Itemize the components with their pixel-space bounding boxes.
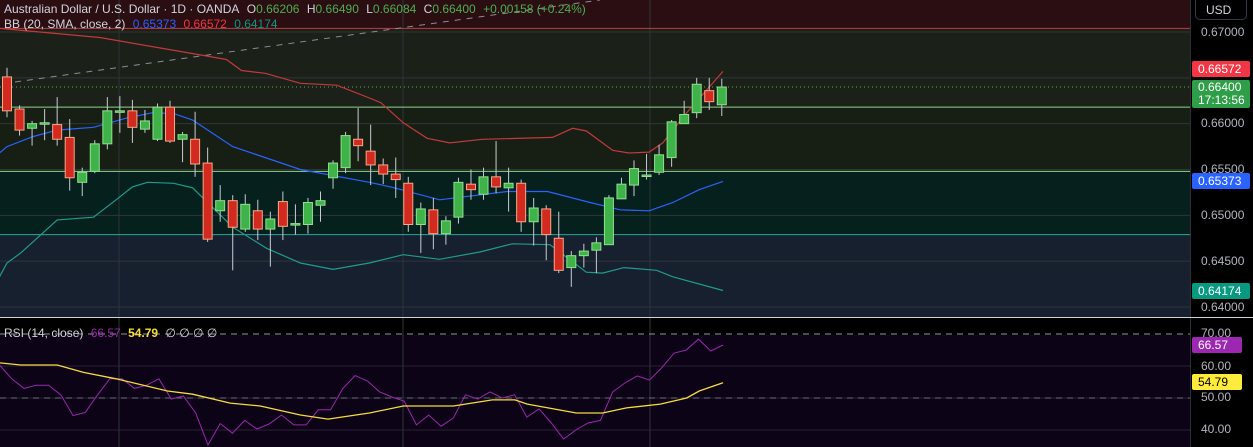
candle-up — [691, 83, 702, 114]
candle-up — [177, 134, 188, 140]
candle-down — [252, 210, 263, 230]
rsi-extra-values: ∅ ∅ ∅ ∅ — [165, 326, 218, 340]
rsi-ma-badge: 54.79 — [1192, 374, 1242, 390]
zone-background — [0, 171, 1190, 235]
candle-down — [2, 76, 12, 112]
candle-up — [102, 110, 113, 145]
candle-up — [240, 203, 251, 230]
candle-up — [591, 242, 602, 251]
candle-down — [403, 182, 414, 225]
bb-legend[interactable]: BB (20, SMA, close, 2) 0.65373 0.66572 0… — [4, 17, 282, 31]
candle-down — [378, 164, 389, 175]
candle-down — [704, 90, 715, 103]
price-tick: 0.64500 — [1201, 254, 1245, 268]
candle-down — [202, 162, 213, 240]
candle-up — [453, 181, 464, 218]
candle-down — [465, 183, 476, 191]
basis-badge: 0.65373 — [1192, 173, 1250, 189]
rsi-tick: 40.00 — [1201, 422, 1232, 436]
candle-down — [553, 237, 564, 271]
candle-up — [114, 110, 125, 113]
rsi-tick: 50.00 — [1201, 390, 1232, 404]
bb-label: BB (20, SMA, close, 2) — [4, 17, 126, 31]
candle-up — [415, 208, 426, 226]
candle-up — [566, 255, 577, 269]
candle-up — [315, 200, 326, 206]
price-tick: 0.64000 — [1201, 300, 1245, 314]
bar-countdown: 17:13:56 — [1198, 93, 1245, 107]
low-label: L — [366, 2, 373, 16]
chart-canvas[interactable] — [0, 0, 1190, 447]
candle-up — [666, 121, 677, 159]
high-label: H — [306, 2, 316, 16]
candle-up — [290, 223, 301, 226]
low-value: 0.66084 — [372, 2, 417, 16]
candle-up — [629, 168, 639, 186]
open-label: O — [246, 2, 257, 16]
close-value: 0.66400 — [432, 2, 476, 16]
last-price-badge: 0.66400 17:13:56 — [1192, 80, 1250, 108]
price-axis[interactable]: USD 0.67000 0.66000 0.65500 0.65000 0.64… — [1190, 0, 1253, 447]
candle-up — [215, 200, 226, 212]
candle-up — [478, 176, 489, 195]
candle-down — [428, 209, 439, 235]
candle-down — [14, 108, 25, 131]
candle-up — [27, 123, 38, 129]
candle-up — [654, 154, 665, 173]
candle-up — [39, 122, 50, 125]
candle-up — [503, 182, 514, 189]
open-value: 0.66206 — [256, 2, 300, 16]
candle-up — [528, 207, 539, 223]
upper-band-badge: 0.66572 — [1192, 61, 1250, 77]
candle-down — [491, 176, 502, 188]
candle-up — [152, 106, 163, 140]
candle-up — [265, 218, 276, 230]
price-tick: 0.65000 — [1201, 208, 1245, 222]
candle-down — [64, 136, 75, 179]
candle-up — [89, 143, 100, 172]
candle-down — [52, 124, 63, 140]
rsi-value: 66.57 — [90, 326, 121, 340]
rsi-label: RSI (14, close) — [4, 326, 84, 340]
rsi-badge: 66.57 — [1192, 337, 1242, 353]
high-value: 0.66490 — [315, 2, 359, 16]
rsi-tick: 60.00 — [1201, 359, 1232, 373]
candle-down — [127, 110, 138, 128]
candle-up — [328, 162, 339, 179]
candle-up — [679, 114, 690, 125]
candle-up — [578, 250, 589, 257]
currency-button[interactable]: USD — [1195, 0, 1247, 20]
change-value: +0.00158 (+0.24%) — [483, 2, 586, 16]
candle-down — [390, 173, 401, 181]
candle-down — [516, 182, 527, 223]
pane-divider[interactable] — [1190, 317, 1253, 318]
candle-down — [165, 106, 176, 142]
price-tick: 0.67000 — [1201, 25, 1245, 39]
candle-up — [139, 120, 150, 130]
price-tick: 0.66000 — [1201, 116, 1245, 130]
bb-upper-value: 0.66572 — [183, 17, 227, 31]
zone-background — [0, 28, 1190, 108]
candle-down — [365, 150, 376, 166]
candle-up — [616, 183, 627, 200]
candle-up — [716, 86, 727, 106]
rsi-legend[interactable]: RSI (14, close) 66.57 54.79 ∅ ∅ ∅ ∅ — [4, 326, 221, 340]
candle-down — [227, 200, 238, 228]
candle-up — [603, 197, 614, 246]
symbol-title: Australian Dollar / U.S. Dollar · 1D · O… — [4, 2, 240, 16]
lower-band-badge: 0.64174 — [1192, 283, 1250, 299]
symbol-legend[interactable]: Australian Dollar / U.S. Dollar · 1D · O… — [4, 2, 590, 16]
candle-up — [302, 202, 313, 225]
bb-basis-value: 0.65373 — [132, 17, 177, 31]
candle-down — [190, 138, 201, 165]
candle-down — [353, 138, 364, 147]
candle-up — [641, 174, 652, 177]
candle-up — [340, 135, 351, 169]
candle-down — [541, 208, 552, 236]
candle-up — [77, 171, 88, 183]
candle-down — [277, 201, 288, 227]
bb-lower-value: 0.64174 — [234, 17, 278, 31]
candle-up — [440, 220, 451, 235]
rsi-ma-value: 54.79 — [128, 326, 159, 340]
